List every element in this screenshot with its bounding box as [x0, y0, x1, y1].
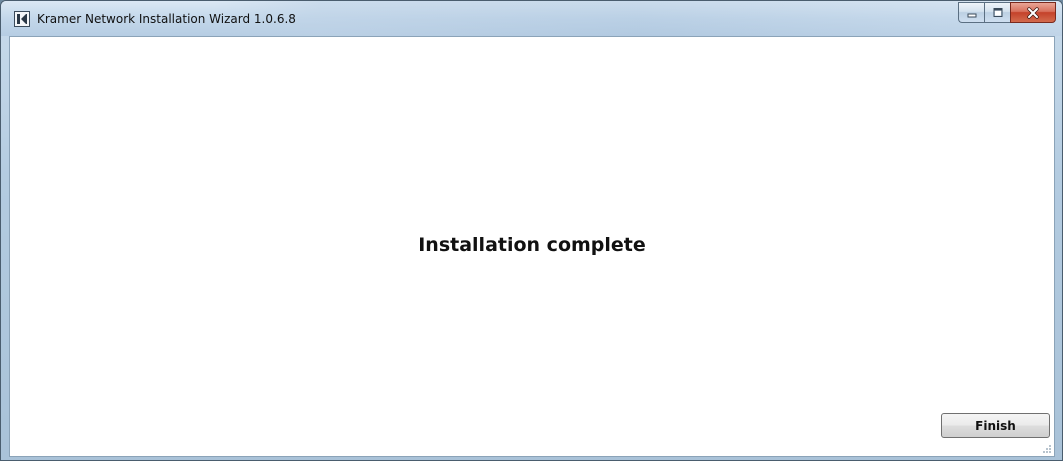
kramer-logo-icon	[14, 11, 30, 27]
caption-buttons	[958, 2, 1056, 23]
maximize-button[interactable]	[984, 2, 1010, 23]
close-button[interactable]	[1010, 2, 1056, 23]
close-icon	[1027, 6, 1039, 19]
installation-status-heading: Installation complete	[418, 234, 646, 256]
maximize-icon	[993, 8, 1002, 17]
resize-grip-icon[interactable]	[1042, 444, 1052, 454]
wizard-content: Installation complete Finish	[9, 36, 1055, 457]
finish-button[interactable]: Finish	[941, 413, 1050, 438]
window-title: Kramer Network Installation Wizard 1.0.6…	[37, 12, 296, 26]
title-bar[interactable]: Kramer Network Installation Wizard 1.0.6…	[1, 1, 1062, 36]
minimize-icon	[967, 13, 976, 17]
minimize-button[interactable]	[958, 2, 984, 23]
installer-window: Kramer Network Installation Wizard 1.0.6…	[0, 0, 1063, 461]
